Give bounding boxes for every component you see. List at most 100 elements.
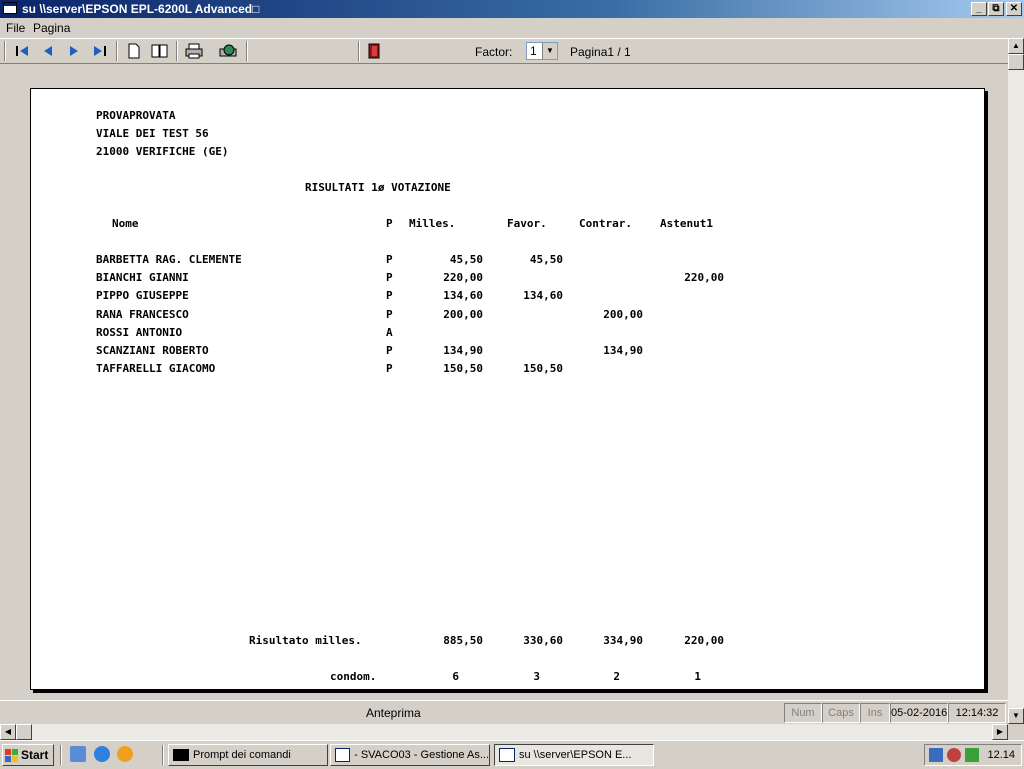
- totals-label: Risultato milles.: [249, 634, 362, 647]
- row-presence: P: [386, 289, 393, 302]
- task-svaco03[interactable]: - SVACO03 - Gestione As...: [330, 744, 490, 766]
- counts-contrar: 2: [613, 670, 620, 683]
- horizontal-scroll-thumb[interactable]: [16, 724, 32, 740]
- status-time: 12:14:32: [948, 703, 1006, 723]
- row-presence: P: [386, 362, 393, 375]
- first-page-icon: [16, 46, 28, 56]
- task-label: - SVACO03 - Gestione As...: [354, 749, 489, 761]
- window-icon[interactable]: [3, 2, 17, 14]
- security-icon[interactable]: [947, 748, 961, 762]
- vertical-scrollbar[interactable]: ▲ ▼: [1008, 38, 1024, 724]
- taskbar-separator: [162, 745, 164, 765]
- header-astenuti: Astenut1: [660, 217, 713, 230]
- print-button[interactable]: [184, 41, 204, 61]
- two-pages-icon: [151, 44, 168, 58]
- next-page-button[interactable]: [64, 41, 84, 61]
- counts-astenuti: 1: [694, 670, 701, 683]
- address-line-3: 21000 VERIFICHE (GE): [96, 145, 229, 158]
- chevron-down-icon[interactable]: ▼: [542, 43, 557, 59]
- row-contrar: 134,90: [603, 344, 643, 357]
- toolbar: Factor: 1 ▼ Pagina1 / 1: [0, 38, 1008, 64]
- two-pages-button[interactable]: [150, 41, 170, 61]
- scroll-left-icon[interactable]: ◀: [0, 724, 16, 740]
- show-desktop-icon[interactable]: [70, 746, 86, 762]
- row-milles: 45,50: [449, 253, 483, 266]
- menu-file[interactable]: File: [6, 21, 25, 35]
- scroll-down-icon[interactable]: ▼: [1008, 708, 1024, 724]
- row-name: BIANCHI GIANNI: [96, 271, 189, 284]
- task-epson-preview[interactable]: su \\server\EPSON E...: [494, 744, 654, 766]
- address-line-2: VIALE DEI TEST 56: [96, 127, 209, 140]
- counts-milles: 6: [452, 670, 459, 683]
- window-icon: [335, 748, 351, 762]
- row-presence: P: [386, 271, 393, 284]
- header-contrar: Contrar.: [579, 217, 632, 230]
- first-page-button[interactable]: [12, 41, 32, 61]
- start-label: Start: [21, 748, 49, 762]
- header-presence: P: [386, 217, 393, 230]
- exit-door-icon: [368, 43, 380, 59]
- status-bar: Anteprima Num Caps Ins 05-02-2016 12:14:…: [0, 700, 1008, 725]
- row-name: RANA FRANCESCO: [96, 308, 189, 321]
- row-contrar: 200,00: [603, 308, 643, 321]
- prev-page-button[interactable]: [38, 41, 58, 61]
- close-button[interactable]: ✕: [1006, 2, 1022, 16]
- setup-button[interactable]: [218, 41, 238, 61]
- menu-pagina[interactable]: Pagina: [33, 21, 70, 35]
- start-button[interactable]: Start: [2, 744, 54, 766]
- row-presence: A: [386, 326, 393, 339]
- header-favor: Favor.: [507, 217, 547, 230]
- window-title: su \\server\EPSON EPL-6200L Advanced□: [22, 2, 260, 16]
- row-presence: P: [386, 344, 393, 357]
- row-milles: 150,50: [443, 362, 483, 375]
- task-command-prompt[interactable]: Prompt dei comandi: [168, 744, 328, 766]
- scroll-up-icon[interactable]: ▲: [1008, 38, 1024, 54]
- single-page-button[interactable]: [124, 41, 144, 61]
- task-label: su \\server\EPSON E...: [519, 749, 632, 761]
- vertical-scroll-thumb[interactable]: [1008, 54, 1024, 70]
- horizontal-scrollbar[interactable]: ◀ ▶: [0, 724, 1008, 740]
- totals-contrar: 334,90: [603, 634, 643, 647]
- single-page-icon: [128, 43, 140, 59]
- row-favor: 45,50: [529, 253, 563, 266]
- menu-bar: File Pagina: [0, 18, 1024, 38]
- scroll-right-icon[interactable]: ▶: [992, 724, 1008, 740]
- system-tray: 12.14: [924, 744, 1022, 766]
- row-name: PIPPO GIUSEPPE: [96, 289, 189, 302]
- media-player-icon[interactable]: [117, 746, 133, 762]
- factor-value: 1: [530, 44, 537, 58]
- toolbar-separator: [116, 41, 118, 61]
- report-page: PROVAPROVATA VIALE DEI TEST 56 21000 VER…: [30, 88, 985, 690]
- row-milles: 134,60: [443, 289, 483, 302]
- windows-logo-icon: [5, 748, 18, 762]
- taskbar: Start Prompt dei comandi - SVACO03 - Ges…: [0, 740, 1024, 769]
- header-milles: Milles.: [409, 217, 456, 230]
- row-name: BARBETTA RAG. CLEMENTE: [96, 253, 242, 266]
- minimize-button[interactable]: _: [971, 2, 987, 16]
- printer-setup-icon: [219, 44, 237, 57]
- last-page-icon: [94, 46, 106, 56]
- last-page-button[interactable]: [90, 41, 110, 61]
- next-arrow-icon: [70, 46, 78, 56]
- toolbar-separator: [358, 41, 360, 61]
- totals-favor: 330,60: [523, 634, 563, 647]
- restore-button[interactable]: ⧉: [988, 2, 1004, 16]
- internet-explorer-icon[interactable]: [94, 746, 110, 762]
- status-date: 05-02-2016: [890, 703, 948, 723]
- row-name: ROSSI ANTONIO: [96, 326, 183, 339]
- printer-icon: [185, 43, 203, 59]
- title-bar: su \\server\EPSON EPL-6200L Advanced□ _ …: [0, 0, 1024, 18]
- update-icon[interactable]: [965, 748, 979, 762]
- toolbar-grip: [4, 41, 6, 61]
- address-line-1: PROVAPROVATA: [96, 109, 176, 122]
- row-astenuti: 220,00: [684, 271, 724, 284]
- exit-button[interactable]: [364, 41, 384, 61]
- page-indicator: Pagina1 / 1: [570, 45, 631, 59]
- network-icon[interactable]: [929, 748, 943, 762]
- row-milles: 134,90: [443, 344, 483, 357]
- factor-select[interactable]: 1 ▼: [526, 42, 558, 60]
- row-milles: 200,00: [443, 308, 483, 321]
- row-name: SCANZIANI ROBERTO: [96, 344, 209, 357]
- totals-milles: 885,50: [443, 634, 483, 647]
- row-presence: P: [386, 308, 393, 321]
